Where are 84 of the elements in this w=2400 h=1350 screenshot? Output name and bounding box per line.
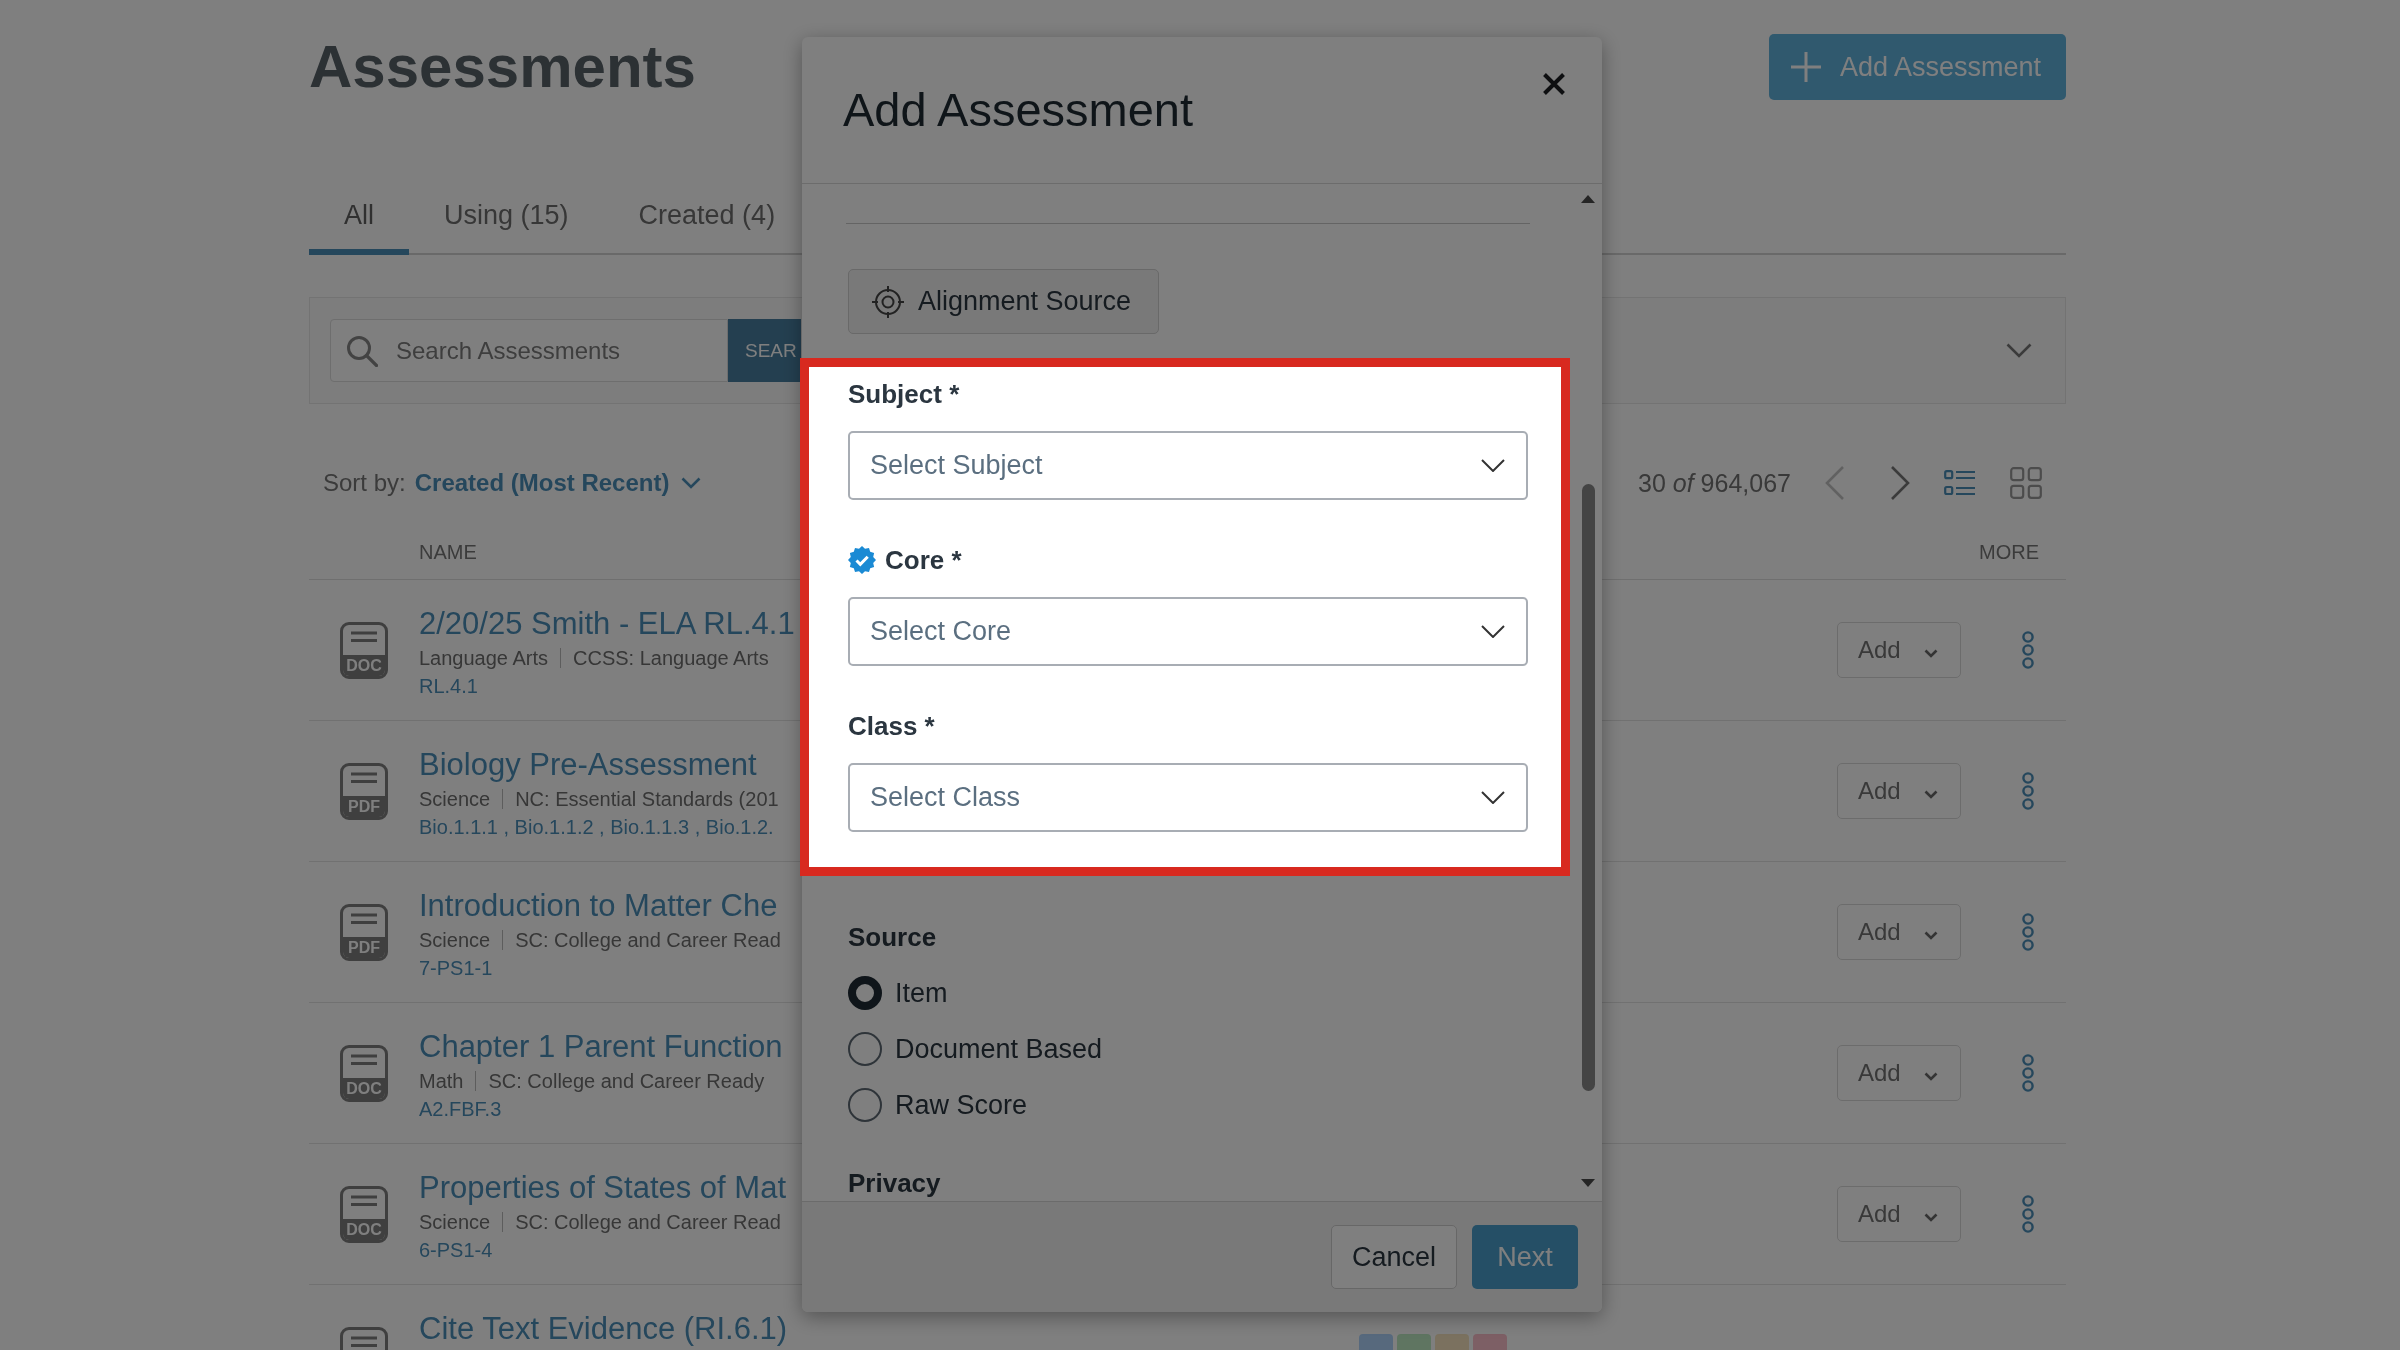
file-icon: DOC [340,1185,388,1243]
assessment-title-link[interactable]: Biology Pre-Assessment [419,745,757,785]
field-label: Class * [848,710,935,742]
chevron-down-icon [1481,625,1505,638]
standards-link[interactable]: Bio.1.1.1 , Bio.1.1.2 , Bio.1.1.3 , Bio.1.2. [419,813,774,841]
section-label: Source [848,921,937,953]
radio-button[interactable] [848,976,882,1010]
subject-text: Math [419,1069,464,1093]
chevron-right-icon[interactable] [1890,465,1910,501]
assessment-title-link[interactable]: Properties of States of Mat [419,1168,786,1208]
target-icon [871,284,905,319]
add-dropdown-button[interactable]: Add [1837,1186,1961,1242]
chevron-down-icon[interactable] [2006,343,2032,358]
search-icon [346,334,378,367]
assessment-title-link[interactable]: Cite Text Evidence (RI.6.1) [419,1309,788,1349]
radio-button[interactable] [848,1088,882,1122]
radio-button[interactable] [848,1032,882,1066]
tab[interactable]: Created (4) [603,175,794,255]
field-label: Core * [885,544,962,576]
radio-label: Raw Score [895,1089,1028,1121]
standard-set-text: SC: College and Career Ready [488,1069,765,1093]
assessment-title-link[interactable]: Chapter 1 Parent Function [419,1027,783,1067]
standard-set-text: CCSS: Language Arts [573,646,769,670]
assessment-title-link[interactable]: Introduction to Matter Che [419,886,778,926]
chevron-down-icon [1924,648,1938,658]
add-dropdown-button[interactable]: Add [1837,904,1961,960]
select-dropdown[interactable]: Select Subject [848,431,1528,500]
radio-label: Document Based [895,1033,1103,1065]
more-options-icon[interactable] [2020,1195,2035,1233]
subject-text: Science [419,1210,491,1234]
close-icon[interactable] [1542,72,1566,96]
subject-text: Science [419,928,491,952]
dialog-title: Add Assessment [843,82,1194,138]
standards-link[interactable]: RL.4.1 [419,672,478,700]
add-dropdown-button[interactable]: Add [1837,622,1961,678]
standard-set-text: NC: Essential Standards (201 [515,787,779,811]
field-label: Subject * [848,378,960,410]
add-assessment-button[interactable]: Add Assessment [1769,34,2066,100]
subject-text: Science [419,787,491,811]
standard-set-text: SC: College and Career Read [515,928,781,952]
grid-view-icon[interactable] [2010,467,2042,499]
tab[interactable]: Using (15) [409,175,604,255]
add-dropdown-button[interactable]: Add [1837,1045,1961,1101]
standard-set-text: SC: College and Career Read [515,1210,781,1234]
search-button[interactable]: SEAR [728,319,801,382]
radio-label: Item [895,977,948,1009]
standards-link[interactable]: A2.FBF.3 [419,1095,502,1123]
select-dropdown[interactable]: Select Core [848,597,1528,666]
column-header: NAME [419,540,477,564]
page-range: 30 of 964,067 [1638,468,1791,498]
scroll-up-arrow-icon[interactable] [1581,195,1595,203]
more-options-icon[interactable] [2020,772,2035,810]
secondary-button[interactable]: Cancel [1331,1225,1457,1289]
file-icon: DOC [340,1044,388,1102]
assessment-title-link[interactable]: 2/20/25 Smith - ELA RL.4.1 [419,604,795,644]
chevron-down-icon [1924,1212,1938,1222]
search-field[interactable]: Search Assessments [330,319,728,382]
sort-label: Sort by: [323,469,406,497]
scrollbar-thumb[interactable] [1581,484,1595,1091]
more-options-icon[interactable] [2020,631,2035,669]
chevron-down-icon [1924,1071,1938,1081]
chevron-down-icon [1481,791,1505,804]
add-dropdown-button[interactable]: Add [1837,763,1961,819]
file-icon: DOC [340,621,388,679]
page-title: Assessments [309,34,696,100]
alignment-source-button[interactable]: Alignment Source [848,269,1159,334]
standards-link[interactable]: 7-PS1-1 [419,954,493,982]
section-label: Privacy [848,1167,941,1199]
subject-text: Language Arts [419,646,548,670]
select-dropdown[interactable]: Select Class [848,763,1528,832]
file-icon: PDF [340,903,388,961]
file-icon: PDF [340,762,388,820]
plus-icon [1790,51,1822,83]
more-options-icon[interactable] [2020,1054,2035,1092]
more-options-icon[interactable] [2020,913,2035,951]
tab[interactable]: All [309,175,409,255]
chevron-down-icon [681,477,702,489]
standards-link[interactable]: 6-PS1-4 [419,1236,493,1264]
chevron-down-icon [1481,459,1505,472]
chevron-down-icon [1924,930,1938,940]
column-header: MORE [1979,540,2039,564]
sort-dropdown[interactable]: Created (Most Recent) [414,469,702,497]
chevron-down-icon [1924,789,1938,799]
scroll-down-arrow-icon[interactable] [1581,1179,1595,1187]
